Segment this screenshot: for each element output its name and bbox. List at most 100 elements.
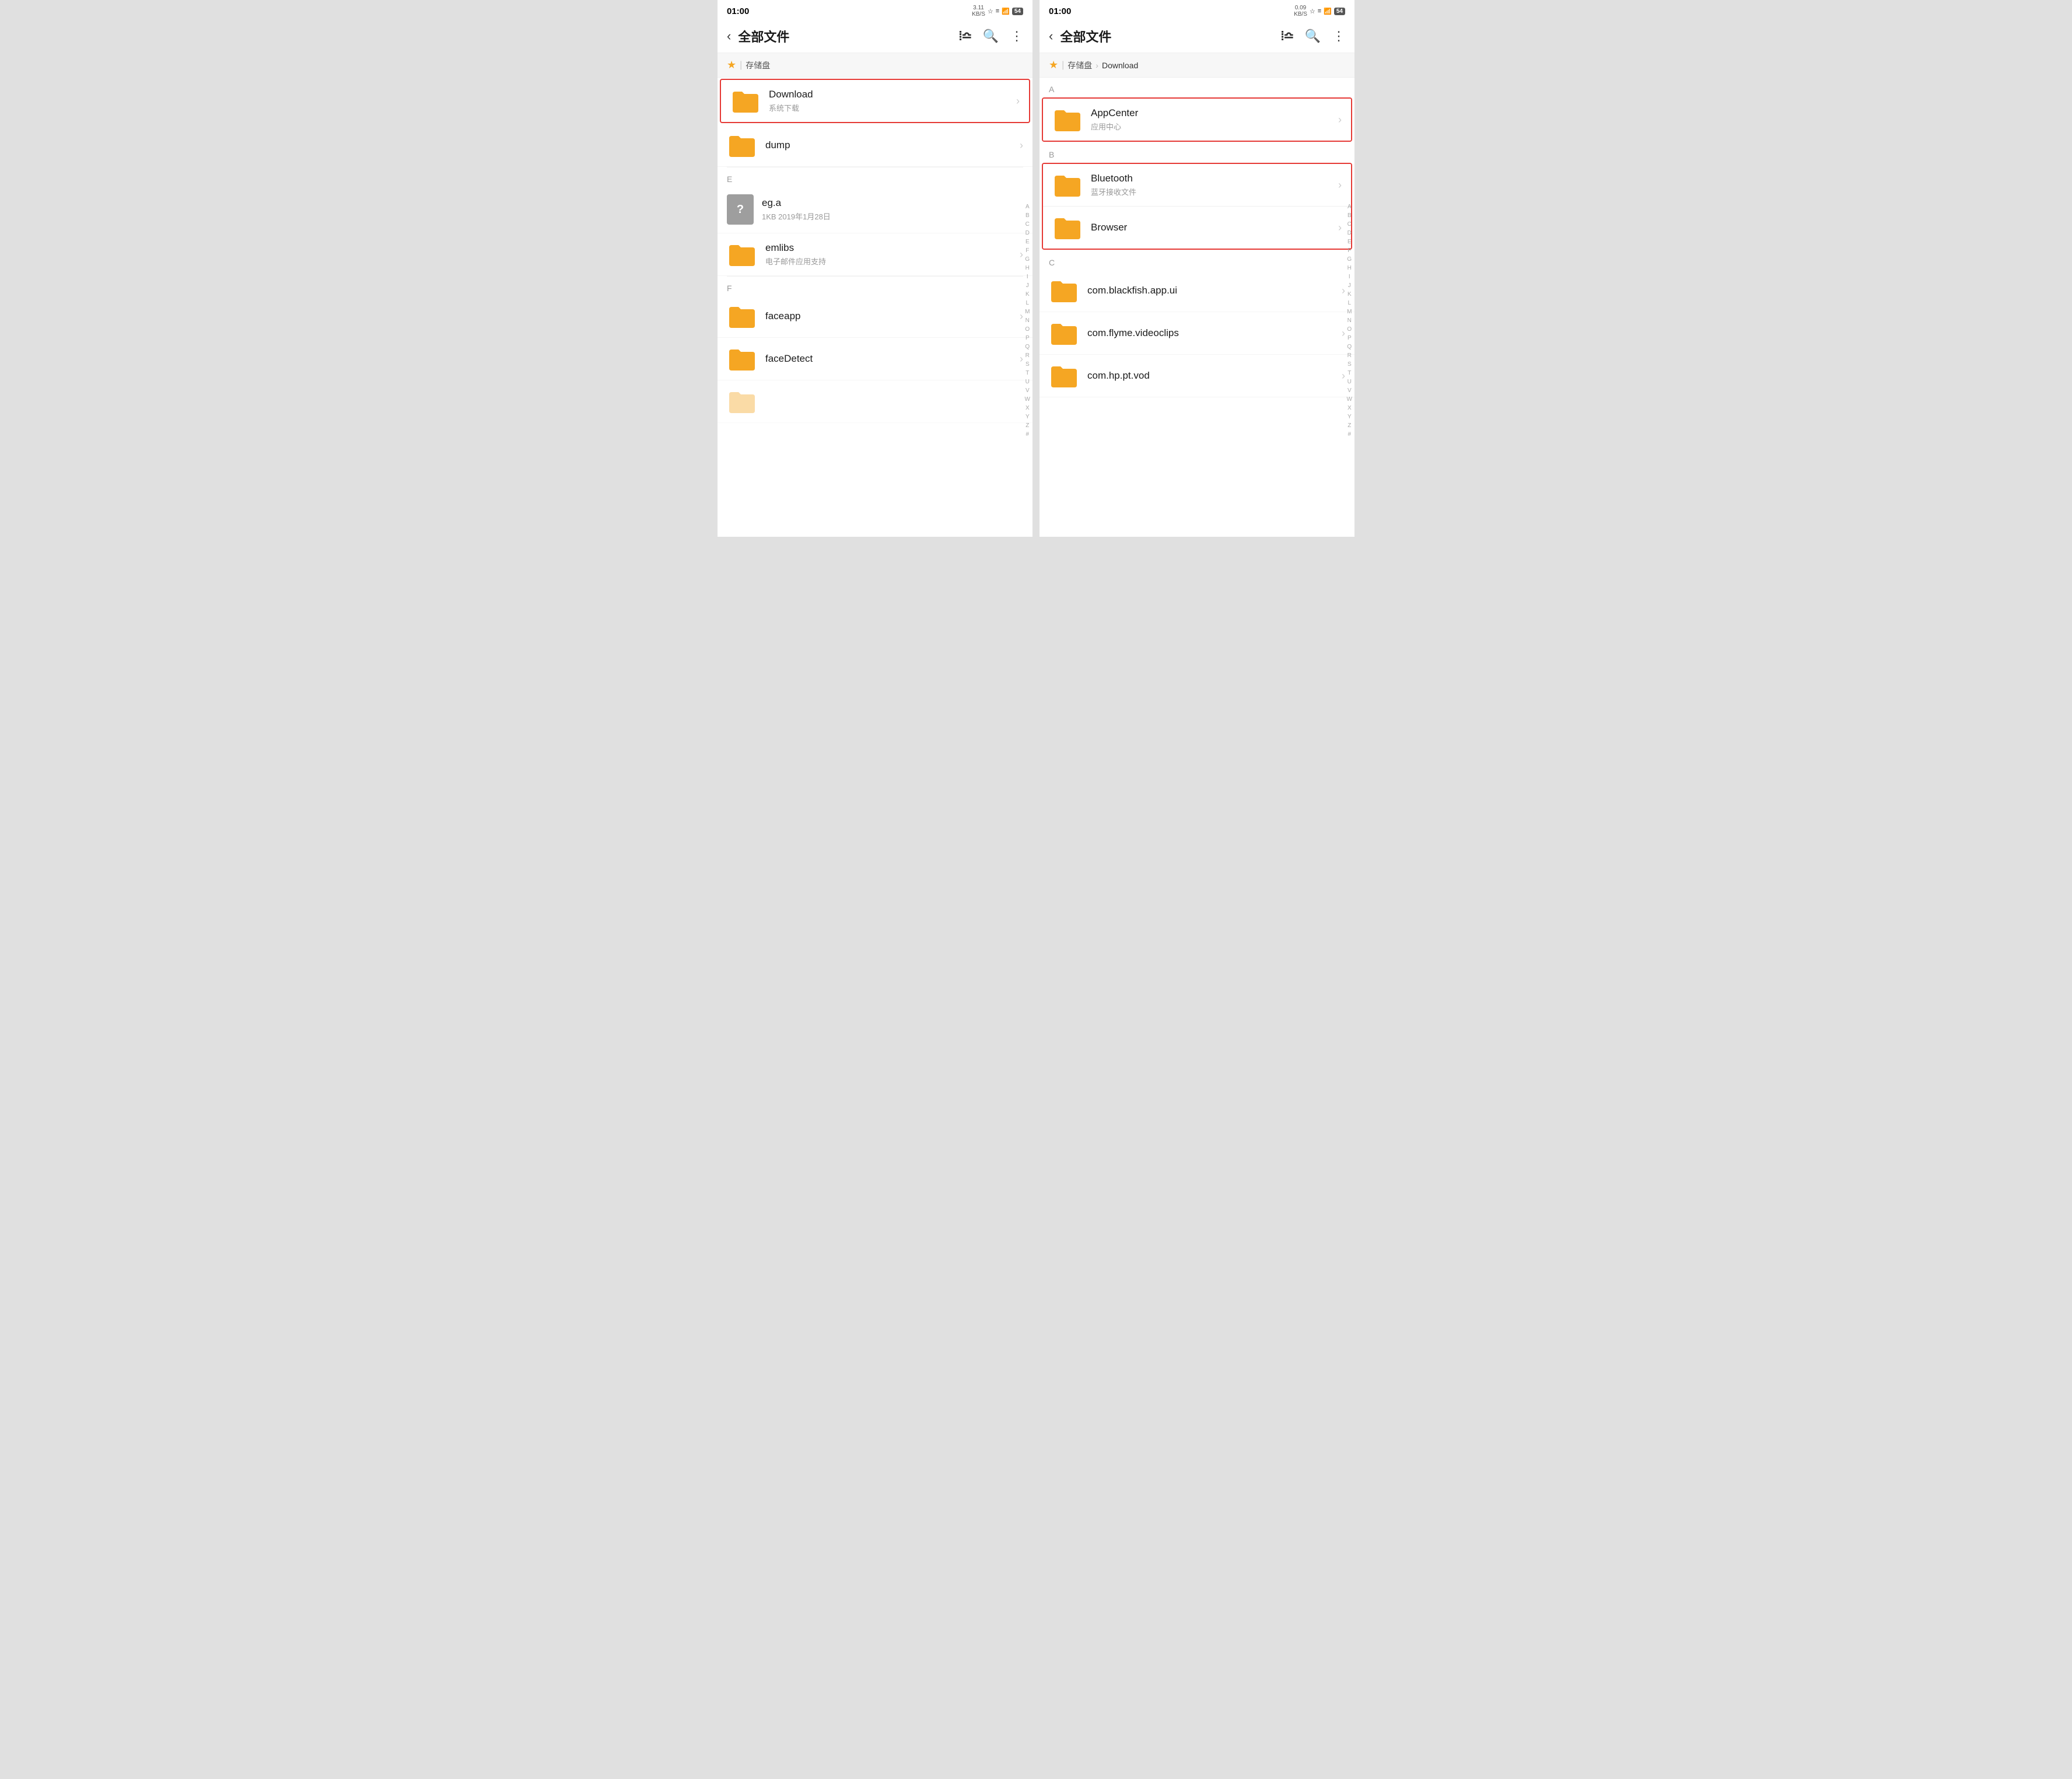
alpha-i-left[interactable]: I bbox=[1025, 273, 1030, 281]
flyme-folder-arrow: › bbox=[1342, 327, 1345, 340]
alpha-l-right[interactable]: L bbox=[1347, 299, 1352, 307]
alpha-h-right[interactable]: H bbox=[1347, 264, 1352, 272]
alpha-m-right[interactable]: M bbox=[1347, 308, 1352, 316]
alpha-e-right[interactable]: E bbox=[1347, 238, 1352, 246]
alpha-v-right[interactable]: V bbox=[1347, 387, 1352, 395]
alpha-j-left[interactable]: J bbox=[1025, 282, 1030, 290]
alpha-i-right[interactable]: I bbox=[1347, 273, 1352, 281]
alpha-c-right[interactable]: C bbox=[1347, 221, 1352, 229]
back-button-right[interactable]: ‹ bbox=[1049, 29, 1053, 44]
alpha-z-left[interactable]: Z bbox=[1025, 422, 1030, 430]
facedetect-folder-item[interactable]: faceDetect › bbox=[718, 338, 1032, 380]
bluetooth-folder-name: Bluetooth bbox=[1091, 173, 1334, 184]
bluetooth-folder-item[interactable]: Bluetooth 蓝牙接收文件 › bbox=[1043, 164, 1351, 207]
sort-icon-left[interactable]: ⁞≏ bbox=[958, 29, 971, 44]
faceapp-folder-item[interactable]: faceapp › bbox=[718, 295, 1032, 338]
alpha-x-right[interactable]: X bbox=[1347, 404, 1352, 413]
flyme-folder-item[interactable]: com.flyme.videoclips › bbox=[1040, 312, 1354, 355]
back-button-left[interactable]: ‹ bbox=[727, 29, 731, 44]
alpha-b-left[interactable]: B bbox=[1025, 212, 1030, 220]
ega-file-item[interactable]: ? eg.a 1KB 2019年1月28日 bbox=[718, 186, 1032, 233]
star-breadcrumb-right[interactable]: ★ bbox=[1049, 59, 1058, 71]
dump-folder-item[interactable]: dump › bbox=[718, 124, 1032, 167]
alpha-n-right[interactable]: N bbox=[1347, 317, 1352, 325]
alpha-f-left[interactable]: F bbox=[1025, 247, 1030, 255]
breadcrumb-storage-right[interactable]: 存储盘 bbox=[1068, 60, 1092, 71]
alpha-y-left[interactable]: Y bbox=[1025, 413, 1030, 421]
download-folder-meta: 系统下载 bbox=[769, 102, 1012, 113]
alpha-m-left[interactable]: M bbox=[1025, 308, 1030, 316]
alpha-g-left[interactable]: G bbox=[1025, 256, 1030, 264]
alpha-n-left[interactable]: N bbox=[1025, 317, 1030, 325]
alpha-u-left[interactable]: U bbox=[1025, 378, 1030, 386]
app-bar-left: ‹ 全部文件 ⁞≏ 🔍 ⋮ bbox=[718, 20, 1032, 53]
alpha-x-left[interactable]: X bbox=[1025, 404, 1030, 413]
alpha-p-left[interactable]: P bbox=[1025, 334, 1030, 342]
browser-folder-name: Browser bbox=[1091, 222, 1334, 233]
alpha-a-right[interactable]: A bbox=[1347, 203, 1352, 211]
alpha-s-right[interactable]: S bbox=[1347, 361, 1352, 369]
folder-icon-dump bbox=[727, 132, 757, 158]
alpha-r-left[interactable]: R bbox=[1025, 352, 1030, 360]
hpvod-folder-name: com.hp.pt.vod bbox=[1087, 370, 1337, 382]
alpha-h-left[interactable]: H bbox=[1025, 264, 1030, 272]
alpha-c-left[interactable]: C bbox=[1025, 221, 1030, 229]
alpha-v-left[interactable]: V bbox=[1025, 387, 1030, 395]
dump-folder-arrow: › bbox=[1020, 139, 1023, 152]
bluetooth-folder-info: Bluetooth 蓝牙接收文件 bbox=[1091, 173, 1334, 197]
search-icon-right[interactable]: 🔍 bbox=[1305, 29, 1321, 44]
alpha-d-left[interactable]: D bbox=[1025, 229, 1030, 237]
appcenter-folder-item[interactable]: AppCenter 应用中心 › bbox=[1043, 99, 1351, 141]
status-time-right: 01:00 bbox=[1049, 6, 1071, 16]
alpha-hash-right[interactable]: # bbox=[1347, 431, 1352, 439]
sort-icon-right[interactable]: ⁞≏ bbox=[1280, 29, 1293, 44]
alpha-r-right[interactable]: R bbox=[1347, 352, 1352, 360]
dump-folder-name: dump bbox=[765, 139, 1015, 151]
dump-folder-info: dump bbox=[765, 139, 1015, 151]
blackfish-folder-item[interactable]: com.blackfish.app.ui › bbox=[1040, 270, 1354, 312]
app-bar-actions-left: ⁞≏ 🔍 ⋮ bbox=[958, 29, 1023, 44]
alpha-g-right[interactable]: G bbox=[1347, 256, 1352, 264]
alpha-e-left[interactable]: E bbox=[1025, 238, 1030, 246]
alpha-w-left[interactable]: W bbox=[1025, 396, 1030, 404]
alpha-hash-left[interactable]: # bbox=[1025, 431, 1030, 439]
alpha-t-left[interactable]: T bbox=[1025, 369, 1030, 378]
alpha-o-right[interactable]: O bbox=[1347, 326, 1352, 334]
star-breadcrumb-left[interactable]: ★ bbox=[727, 59, 736, 71]
search-icon-left[interactable]: 🔍 bbox=[983, 29, 999, 44]
alpha-p-right[interactable]: P bbox=[1347, 334, 1352, 342]
alpha-y-right[interactable]: Y bbox=[1347, 413, 1352, 421]
alpha-s-left[interactable]: S bbox=[1025, 361, 1030, 369]
hpvod-folder-item[interactable]: com.hp.pt.vod › bbox=[1040, 355, 1354, 397]
browser-folder-info: Browser bbox=[1091, 222, 1334, 233]
alpha-b-right[interactable]: B bbox=[1347, 212, 1352, 220]
alpha-d-right[interactable]: D bbox=[1347, 229, 1352, 237]
more-icon-left[interactable]: ⋮ bbox=[1010, 29, 1023, 44]
alphabet-sidebar-left: A B C D E F G H I J K L M N O P Q R S T … bbox=[1025, 117, 1030, 525]
folder-icon-blackfish bbox=[1049, 278, 1079, 303]
blackfish-folder-info: com.blackfish.app.ui bbox=[1087, 285, 1337, 296]
alpha-q-left[interactable]: Q bbox=[1025, 343, 1030, 351]
alpha-l-left[interactable]: L bbox=[1025, 299, 1030, 307]
emlibs-folder-item[interactable]: emlibs 电子邮件应用支持 › bbox=[718, 233, 1032, 276]
wifi-icon-left: 📶 bbox=[1002, 8, 1010, 15]
alpha-a-left[interactable]: A bbox=[1025, 203, 1030, 211]
alpha-t-right[interactable]: T bbox=[1347, 369, 1352, 378]
alpha-u-right[interactable]: U bbox=[1347, 378, 1352, 386]
download-folder-item[interactable]: Download 系统下载 › bbox=[720, 79, 1030, 123]
ega-file-name: eg.a bbox=[762, 197, 1023, 209]
alpha-o-left[interactable]: O bbox=[1025, 326, 1030, 334]
alpha-k-right[interactable]: K bbox=[1347, 291, 1352, 299]
folder-icon-bluetooth bbox=[1052, 172, 1083, 198]
folder-icon-faceapp bbox=[727, 303, 757, 329]
alpha-j-right[interactable]: J bbox=[1347, 282, 1352, 290]
breadcrumb-storage-left[interactable]: 存储盘 bbox=[746, 60, 770, 71]
alpha-q-right[interactable]: Q bbox=[1347, 343, 1352, 351]
emlibs-folder-arrow: › bbox=[1020, 249, 1023, 261]
alpha-f-right[interactable]: F bbox=[1347, 247, 1352, 255]
alpha-w-right[interactable]: W bbox=[1347, 396, 1352, 404]
browser-folder-item[interactable]: Browser › bbox=[1043, 207, 1351, 249]
alpha-k-left[interactable]: K bbox=[1025, 291, 1030, 299]
alpha-z-right[interactable]: Z bbox=[1347, 422, 1352, 430]
more-icon-right[interactable]: ⋮ bbox=[1332, 29, 1345, 44]
